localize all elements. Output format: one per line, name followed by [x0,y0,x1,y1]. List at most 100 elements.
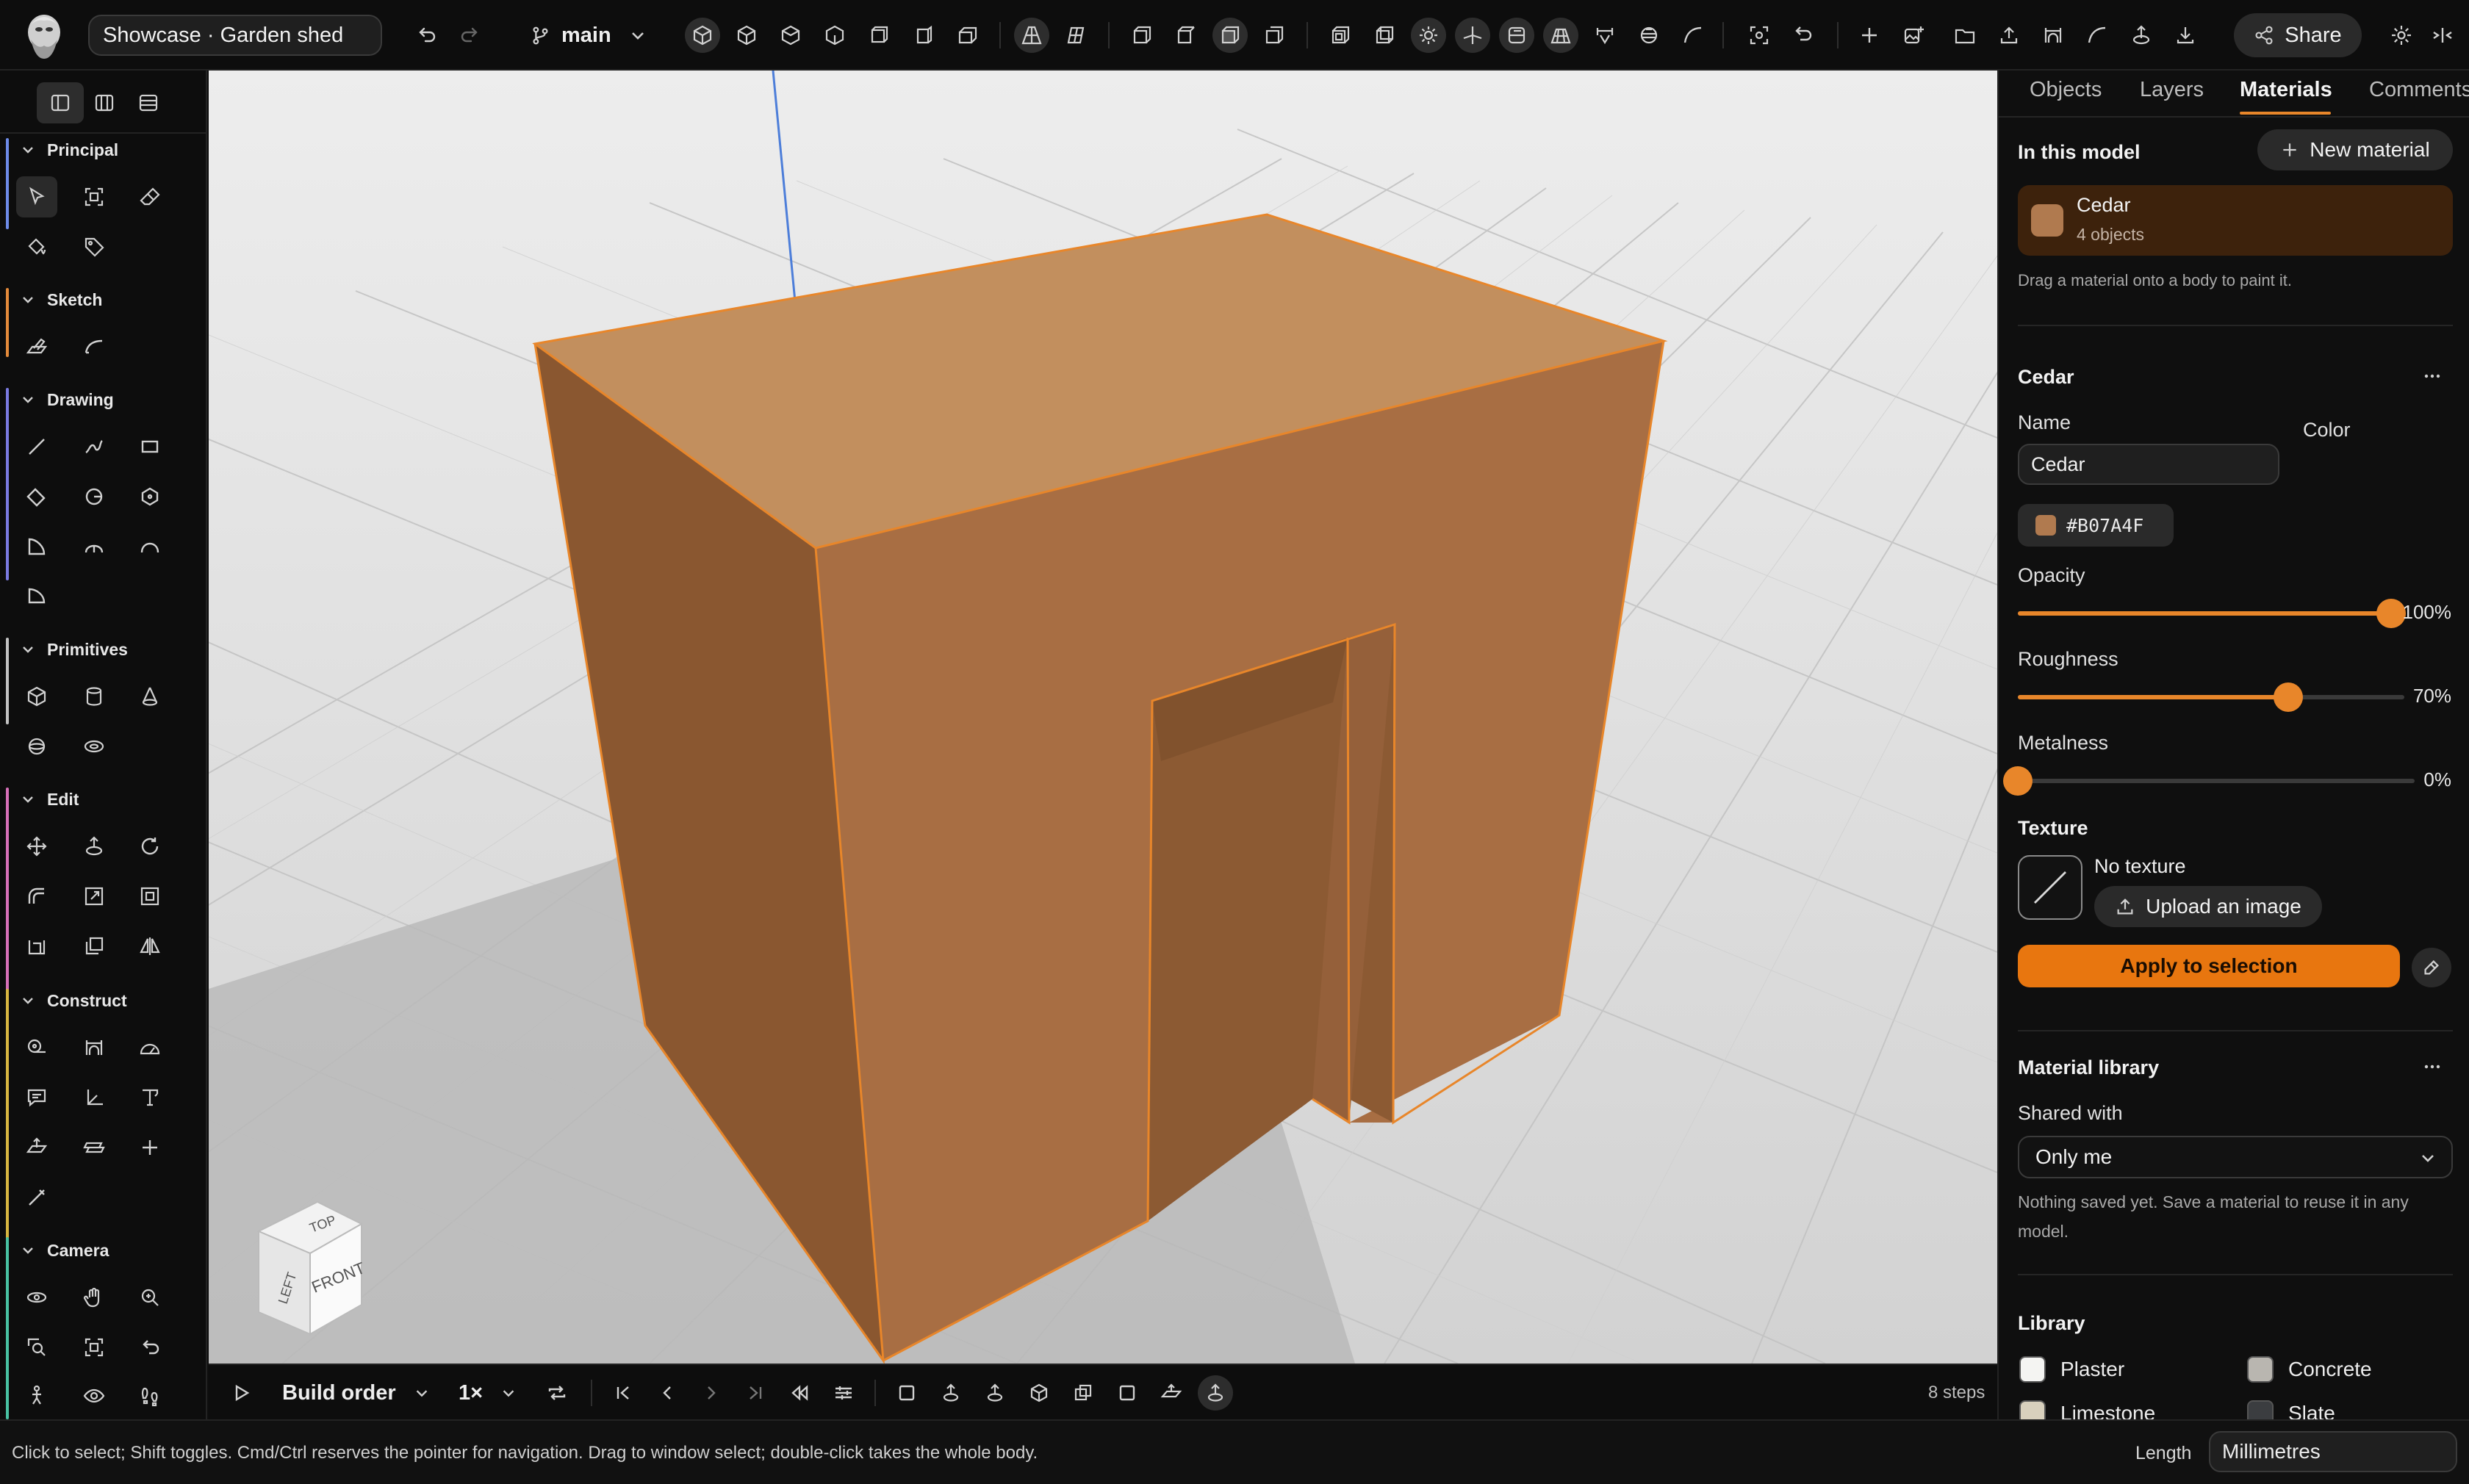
tab-layers[interactable]: Layers [2140,78,2204,102]
section-edit[interactable]: Edit [21,786,79,813]
library-item-limestone[interactable]: Limestone [2019,1397,2155,1419]
step-box[interactable] [1021,1375,1057,1411]
step-rectangle-2[interactable] [1110,1375,1145,1411]
select-tool[interactable] [16,176,57,217]
app-logo[interactable] [21,10,68,60]
apply-to-selection-button[interactable]: Apply to selection [2018,945,2400,987]
line-tool[interactable] [16,426,57,467]
orbit-tool[interactable] [16,1277,57,1318]
rectangle-tool[interactable] [129,426,170,467]
polygon-tool[interactable] [129,476,170,517]
three-point-arc-tool[interactable] [129,526,170,567]
layout-list-button[interactable] [125,82,172,123]
loop-button[interactable] [539,1375,575,1411]
section-sketch[interactable]: Sketch [21,287,102,313]
position-camera-tool[interactable] [129,1375,170,1416]
sketch-plane-tool[interactable] [16,326,57,367]
add-button[interactable] [1852,18,1887,53]
shell-tool[interactable] [16,926,57,967]
timeline-settings-button[interactable] [826,1375,861,1411]
push-pull-tool[interactable] [73,826,115,867]
mirror-tool[interactable] [129,926,170,967]
opacity-slider[interactable] [2018,599,2406,628]
tab-materials[interactable]: Materials [2240,78,2332,102]
eraser-tool[interactable] [129,176,170,217]
zoom-extents-tool[interactable] [73,1327,115,1368]
step-push-pull-current[interactable] [1198,1375,1233,1411]
step-push-pull[interactable] [933,1375,968,1411]
grid-button[interactable] [1543,18,1578,53]
length-unit-field[interactable]: Millimetres [2209,1431,2457,1472]
section-camera[interactable]: Camera [21,1237,109,1264]
view-back-button[interactable] [949,18,985,53]
section-reset-button[interactable] [1257,18,1292,53]
shadows-button[interactable] [1499,18,1534,53]
view-front-button[interactable] [773,18,808,53]
view-right-button[interactable] [905,18,941,53]
axes-button[interactable] [1455,18,1490,53]
section-construct[interactable]: Construct [21,987,127,1014]
tab-comments[interactable]: Comments [2369,78,2469,102]
texture-preview[interactable] [2018,855,2082,920]
view-side-button[interactable] [817,18,852,53]
scene-canvas[interactable]: TOP FRONT LEFT [209,71,1997,1364]
roughness-slider[interactable] [2018,682,2404,712]
snap-button[interactable] [1587,18,1622,53]
section-principal[interactable]: Principal [21,137,118,163]
dimension-tool[interactable] [73,1027,115,1068]
walk-tool[interactable] [16,1375,57,1416]
material-more-button[interactable] [2418,361,2447,391]
section-x-button[interactable] [1124,18,1160,53]
next-step-button[interactable] [694,1375,729,1411]
pan-tool[interactable] [73,1277,115,1318]
upload-button[interactable] [1991,18,2027,53]
zoom-window-tool[interactable] [16,1327,57,1368]
view-box-button[interactable] [685,18,720,53]
tab-objects[interactable]: Objects [2030,78,2102,102]
torus-tool[interactable] [73,726,115,767]
collapse-panels-button[interactable] [2425,18,2460,53]
last-step-button[interactable] [738,1375,773,1411]
project-name-field[interactable]: Showcase · Garden shed [88,15,382,56]
freehand-tool[interactable] [73,426,115,467]
rewind-button[interactable] [782,1375,817,1411]
layout-split-button[interactable] [81,82,128,123]
library-more-button[interactable] [2418,1052,2447,1081]
step-section-plane[interactable] [1154,1375,1189,1411]
library-item-slate[interactable]: Slate [2247,1397,2335,1419]
eyedropper-button[interactable] [2412,948,2451,987]
arc-button[interactable] [2080,18,2115,53]
color-picker-chip[interactable]: #B07A4F [2018,504,2174,547]
rotate-tool[interactable] [129,826,170,867]
section-plane-tool[interactable] [16,1127,57,1168]
new-material-button[interactable]: New material [2257,129,2453,170]
view-top-button[interactable] [861,18,896,53]
step-copy[interactable] [1065,1375,1101,1411]
undo-button[interactable] [409,18,444,53]
move-tool[interactable] [16,826,57,867]
copy-tool[interactable] [73,926,115,967]
layout-single-button[interactable] [37,82,84,123]
pie-tool[interactable] [16,574,57,616]
cylinder-tool[interactable] [73,676,115,717]
zoom-tool[interactable] [129,1277,170,1318]
shared-with-select[interactable]: Only me [2018,1136,2453,1178]
insert-image-button[interactable] [1896,18,1931,53]
material-name-input[interactable]: Cedar [2018,444,2279,485]
material-card-cedar[interactable]: Cedar 4 objects [2018,185,2453,256]
display-solid-button[interactable] [1323,18,1358,53]
step-push-pull-2[interactable] [977,1375,1013,1411]
previous-view-tool[interactable] [129,1327,170,1368]
tag-tool[interactable] [73,226,115,267]
look-around-tool[interactable] [73,1375,115,1416]
speed-dropdown[interactable]: 1× [459,1375,517,1411]
reset-view-button[interactable] [1786,18,1821,53]
tape-measure-tool[interactable] [16,1027,57,1068]
first-step-button[interactable] [605,1375,641,1411]
open-button[interactable] [1947,18,1983,53]
guide-point-tool[interactable] [129,1127,170,1168]
offset-tool[interactable] [129,876,170,917]
library-item-plaster[interactable]: Plaster [2019,1353,2124,1386]
display-wire-button[interactable] [1367,18,1402,53]
sketch-curve-tool[interactable] [73,326,115,367]
